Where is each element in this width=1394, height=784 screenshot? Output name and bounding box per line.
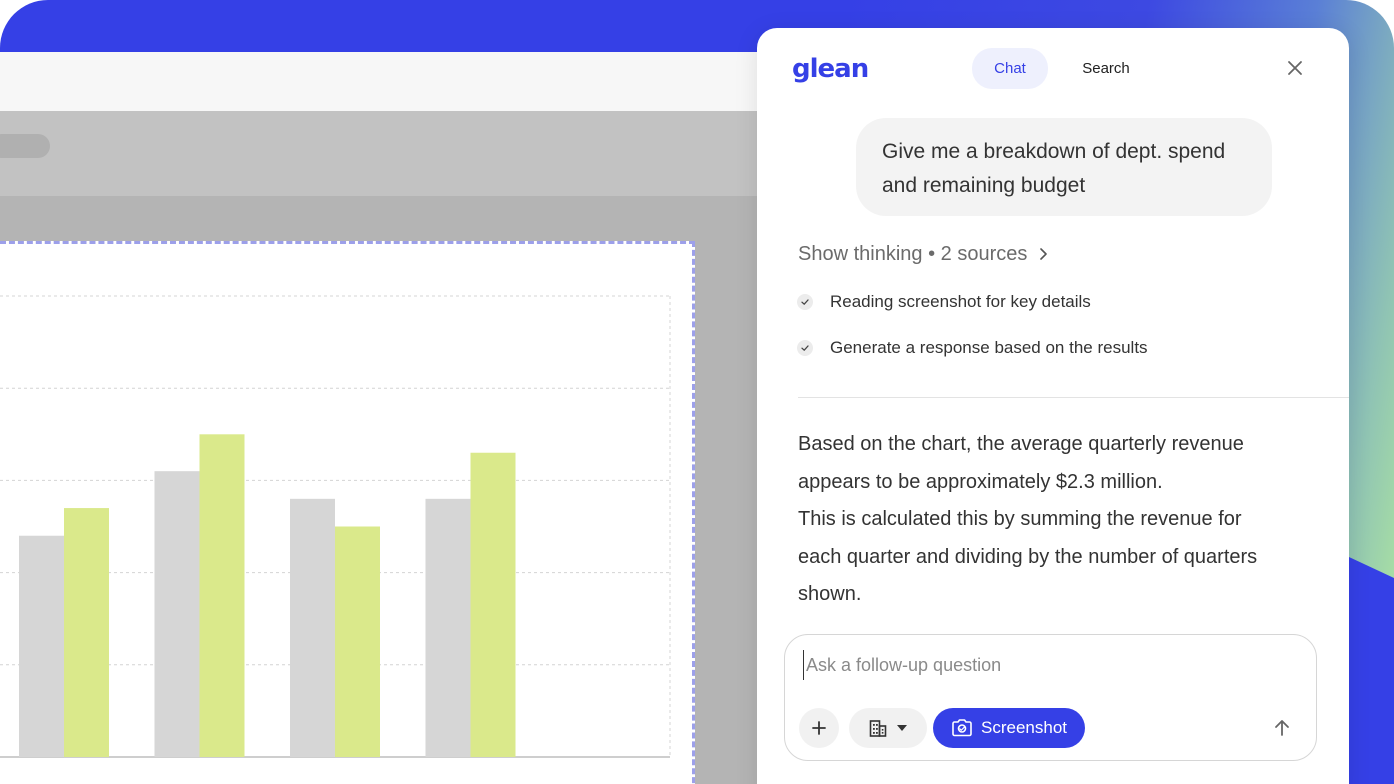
app-search-pill[interactable] — [0, 134, 50, 158]
chart-bar — [199, 434, 245, 757]
check-icon — [797, 294, 813, 310]
building-icon — [869, 720, 887, 737]
send-button[interactable] — [1269, 715, 1295, 741]
app-window — [0, 52, 780, 784]
bar-chart — [0, 295, 671, 758]
arrow-up-icon — [1275, 720, 1289, 736]
source-selector-button[interactable] — [849, 708, 927, 748]
app-toolbar — [0, 52, 780, 111]
check-icon — [797, 340, 813, 356]
composer: Screenshot — [784, 634, 1317, 761]
glean-chat-panel: glean Chat Search Give me a breakdown of… — [757, 28, 1349, 784]
close-icon[interactable] — [1285, 58, 1305, 78]
caret-down-icon — [897, 725, 907, 731]
screenshot-button[interactable]: Screenshot — [933, 708, 1085, 748]
thinking-step-text: Generate a response based on the results — [830, 338, 1148, 357]
chart-bar — [335, 526, 380, 757]
tab-chat[interactable]: Chat — [972, 48, 1048, 89]
chart-bar — [19, 535, 64, 757]
chart-bar — [425, 498, 471, 757]
chevron-right-icon — [1040, 248, 1048, 260]
tab-search[interactable]: Search — [1067, 48, 1145, 89]
assistant-answer: Based on the chart, the average quarterl… — [798, 426, 1328, 614]
answer-line: shown. — [798, 583, 862, 605]
answer-line: Based on the chart, the average quarterl… — [798, 433, 1244, 455]
screenshot-button-label: Screenshot — [981, 718, 1067, 737]
chart-bar — [154, 471, 200, 757]
thinking-step-text: Reading screenshot for key details — [830, 292, 1091, 311]
chart-bar — [64, 508, 109, 757]
user-message-bubble: Give me a breakdown of dept. spend and r… — [856, 118, 1272, 216]
camera-icon — [952, 719, 972, 737]
divider — [798, 397, 1349, 398]
glean-logo: glean — [792, 54, 869, 84]
add-button[interactable] — [799, 708, 839, 748]
answer-line: appears to be approximately $2.3 million… — [798, 470, 1163, 493]
show-thinking-toggle[interactable]: Show thinking • 2 sources — [798, 240, 1051, 268]
chart-card-selection — [0, 241, 695, 784]
plus-icon — [812, 721, 826, 735]
follow-up-input[interactable] — [803, 650, 1283, 680]
answer-line: This is calculated this by summing the r… — [798, 508, 1242, 530]
thinking-step: Generate a response based on the results — [797, 338, 1148, 358]
answer-line: each quarter and dividing by the number … — [798, 545, 1258, 568]
chart-bar — [290, 498, 335, 757]
chart-bar — [470, 452, 516, 757]
thinking-step: Reading screenshot for key details — [797, 292, 1091, 312]
app-subbar — [0, 111, 780, 196]
show-thinking-label: Show thinking • 2 sources — [798, 242, 1028, 265]
